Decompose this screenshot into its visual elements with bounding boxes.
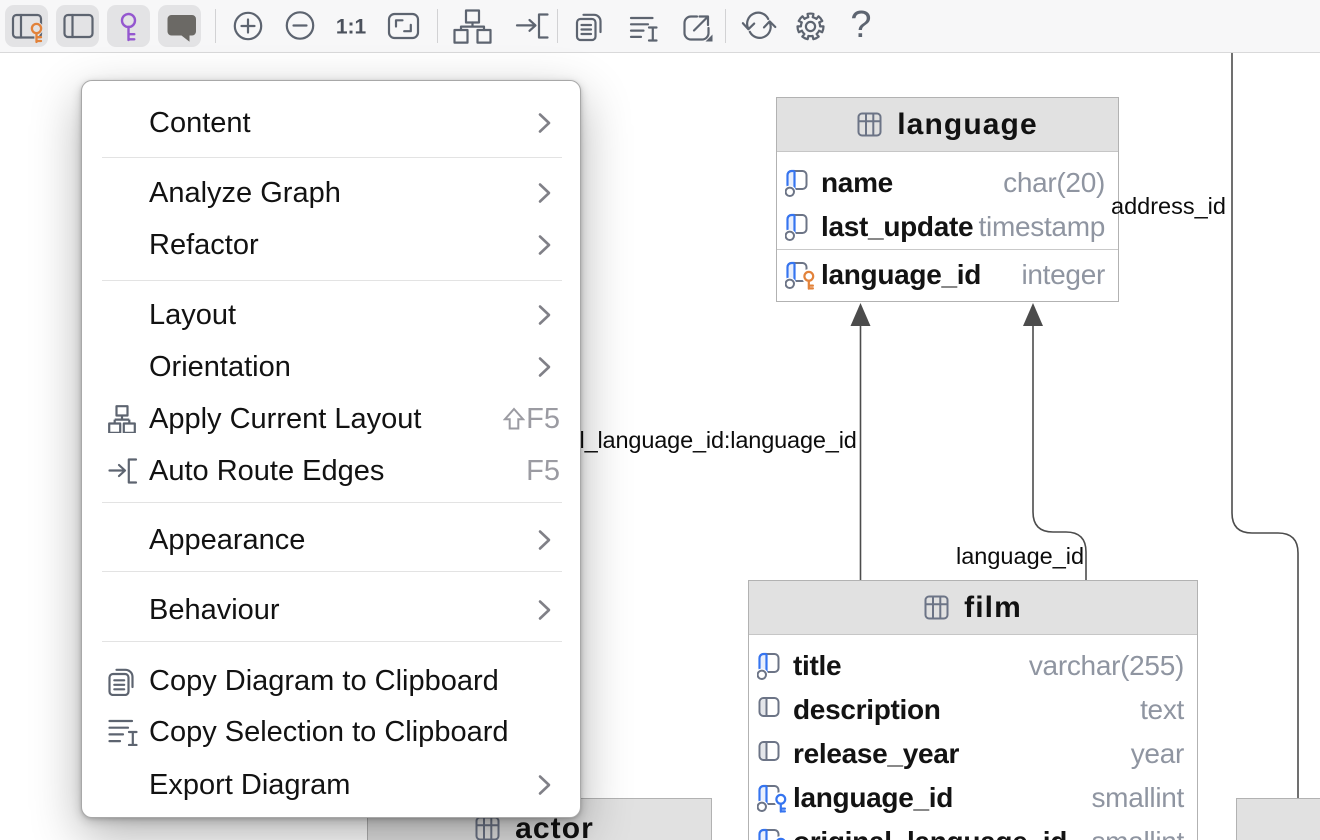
svg-text:?: ?: [850, 4, 871, 46]
svg-text:1:1: 1:1: [336, 16, 367, 39]
